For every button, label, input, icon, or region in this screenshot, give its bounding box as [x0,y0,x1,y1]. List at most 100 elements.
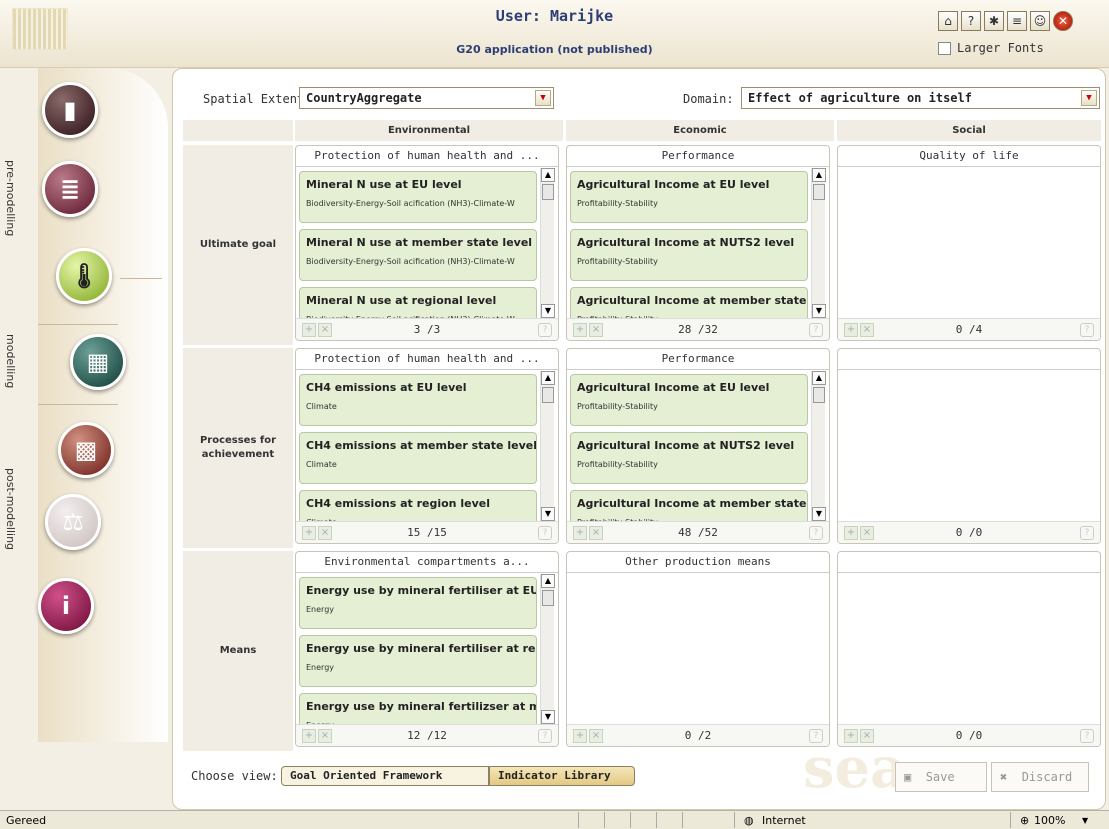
indicator-card[interactable]: CH4 emissions at EU level Climate [299,374,537,426]
row-header-label: Processes for achievement [199,435,277,460]
indicator-card[interactable]: Agricultural Income at NUTS2 level Profit… [570,432,808,484]
indicator-tags: Biodiversity-Energy-Soil acification (NH… [306,199,515,208]
zoom-level[interactable]: 100% [1034,814,1065,827]
indicator-count: 0 /0 [955,526,983,539]
help-icon[interactable]: ? [538,729,552,743]
indicator-card[interactable]: Mineral N use at regional levelBiodivers… [299,287,537,318]
scroll-thumb[interactable] [542,184,554,200]
domain-select[interactable]: Effect of agriculture on itself ▼ [741,87,1100,109]
status-bar: Gereed ◍ Internet ⊕ 100% ▼ [0,810,1109,829]
chevron-down-icon[interactable]: ▼ [535,90,551,106]
indicator-card[interactable]: CH4 emissions at member state level Clima… [299,432,537,484]
help-icon[interactable]: ? [538,323,552,337]
scroll-up-icon[interactable]: ▲ [541,574,555,588]
indicator-card[interactable]: Agricultural Income at EU level Profitabi… [570,374,808,426]
cell-title [838,349,1100,370]
discard-button[interactable]: ✖ Discard [991,762,1089,792]
help-icon[interactable]: ? [1080,526,1094,540]
save-icon: ▣ [904,770,912,784]
books-icon[interactable]: ≡ [1007,11,1027,31]
indicator-card[interactable]: Agricultural Income at EU level Profitabi… [570,171,808,223]
cell-title: Other production means [567,552,829,573]
indicator-tags: Energy [306,605,335,614]
books-stack-icon[interactable]: ≣ [42,161,98,217]
help-icon[interactable]: ? [538,526,552,540]
scroll-down-icon[interactable]: ▼ [541,710,555,724]
scroll-down-icon[interactable]: ▼ [812,507,826,521]
calculator-icon[interactable]: ▦ [70,334,126,390]
scroll-up-icon[interactable]: ▲ [541,168,555,182]
scroll-up-icon[interactable]: ▲ [541,371,555,385]
scroll-up-icon[interactable]: ▲ [812,168,826,182]
header-bar: User: Marijke G20 application (not publi… [0,0,1109,68]
chart-grid-icon[interactable]: ▩ [58,422,114,478]
spatial-extent-select[interactable]: CountryAggregate ▼ [299,87,554,109]
help-icon[interactable]: ? [809,323,823,337]
column-header-social: Social [837,120,1101,141]
view-goal-oriented-framework[interactable]: Goal Oriented Framework [281,766,489,786]
indicator-card[interactable]: Mineral N use at member state level Biodi… [299,229,537,281]
indicator-card[interactable]: Agricultural Income at member state leve… [570,287,808,318]
info-icon[interactable]: i [38,578,94,634]
scroll-thumb[interactable] [813,184,825,200]
scrollbar[interactable]: ▲ ▼ [811,168,826,318]
domain-value: Effect of agriculture on itself [748,91,972,105]
indicator-count: 48 /52 [678,526,718,539]
home-icon[interactable]: ⌂ [938,11,958,31]
save-button[interactable]: ▣ Save [895,762,987,792]
domain-label: Domain: [683,92,734,106]
indicator-title: CH4 emissions at member state level [306,439,537,452]
view-indicator-library[interactable]: Indicator Library [489,766,635,786]
cell-title: Environmental compartments a... [296,552,558,573]
scales-icon[interactable]: ⚖ [45,494,101,550]
scroll-down-icon[interactable]: ▼ [812,304,826,318]
cell-footer: + × 0 /0? [838,521,1100,543]
indicator-cell: Protection of human health and ... Minera… [295,145,559,341]
chevron-down-icon[interactable]: ▼ [1081,90,1097,106]
indicator-cell: Environmental compartments a... Energy us… [295,551,559,747]
indicator-card[interactable]: Mineral N use at EU level Biodiversity-En… [299,171,537,223]
sidebar-divider [38,324,118,325]
clipboard-icon[interactable]: ▮ [42,82,98,138]
scroll-thumb[interactable] [542,387,554,403]
indicator-list [839,168,1081,318]
indicator-card[interactable]: Energy use by mineral fertiliser at regi… [299,635,537,687]
indicator-card[interactable]: Energy use by mineral fertiliser at EU l… [299,577,537,629]
indicator-count: 15 /15 [407,526,447,539]
indicator-title: Agricultural Income at EU level [577,381,770,394]
larger-fonts-checkbox[interactable] [938,41,951,55]
help-icon[interactable]: ? [1080,729,1094,743]
thermometer-icon[interactable]: 🌡 [56,248,112,304]
indicator-cell: Performance Agricultural Income at EU lev… [566,145,830,341]
scrollbar[interactable]: ▲ ▼ [540,371,555,521]
scrollbar[interactable]: ▲ ▼ [540,168,555,318]
larger-fonts-toggle[interactable]: Larger Fonts [938,41,1044,55]
scrollbar[interactable]: ▲ ▼ [540,574,555,724]
scroll-down-icon[interactable]: ▼ [541,507,555,521]
scroll-down-icon[interactable]: ▼ [541,304,555,318]
column-header-environmental: Environmental [295,120,563,141]
close-icon[interactable]: ✕ [1053,11,1073,31]
help-icon[interactable]: ? [961,11,981,31]
indicator-card[interactable]: CH4 emissions at region levelClimate [299,490,537,521]
indicator-tags: Climate [306,402,337,411]
scroll-up-icon[interactable]: ▲ [812,371,826,385]
scroll-thumb[interactable] [542,590,554,606]
indicator-list [568,574,810,724]
scroll-thumb[interactable] [813,387,825,403]
scrollbar[interactable]: ▲ ▼ [811,371,826,521]
indicator-card[interactable]: Agricultural Income at NUTS2 level Profit… [570,229,808,281]
users-icon[interactable]: ☺ [1030,11,1050,31]
indicator-cell: + × 0 /0? [837,348,1101,544]
indicator-cell: Other production means + × 0 /2? [566,551,830,747]
indicator-card[interactable]: Agricultural Income at member state leve… [570,490,808,521]
indicator-card[interactable]: Energy use by mineral fertilizser at mem… [299,693,537,724]
help-icon[interactable]: ? [1080,323,1094,337]
bug-icon[interactable]: ✱ [984,11,1004,31]
corner-header [183,120,293,141]
indicator-count: 0 /4 [955,323,983,336]
column-header-economic: Economic [566,120,834,141]
help-icon[interactable]: ? [809,526,823,540]
status-divider [578,812,579,828]
chevron-down-icon[interactable]: ▼ [1082,816,1088,825]
